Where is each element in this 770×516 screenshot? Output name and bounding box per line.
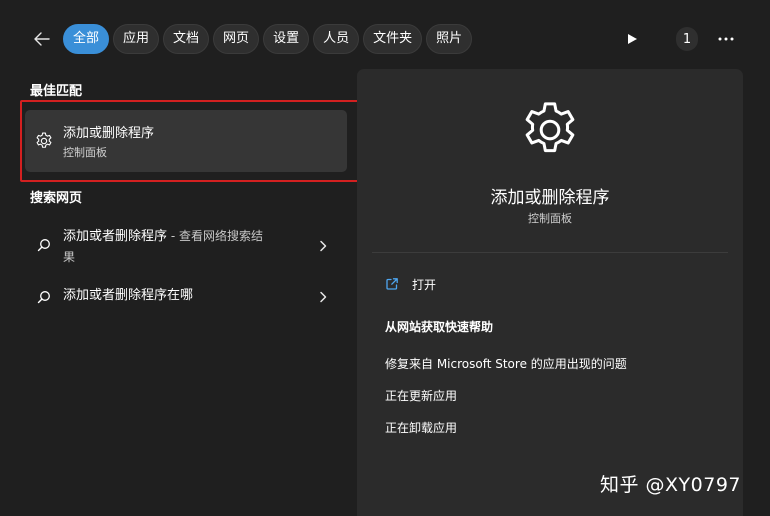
search-icon [37, 239, 50, 252]
web-result[interactable]: 添加或者删除程序在哪 [25, 286, 347, 308]
preview-title: 添加或删除程序 [490, 188, 610, 208]
open-label: 打开 [412, 277, 437, 292]
help-link[interactable]: 正在卸载应用 [385, 419, 457, 436]
help-link[interactable]: 修复来自 Microsoft Store 的应用出现的问题 [385, 355, 627, 372]
preview-subtitle: 控制面板 [528, 212, 572, 225]
preview-panel: 添加或删除程序 控制面板 打开 从网站获取快速帮助 修复来自 Microsoft… [357, 69, 743, 516]
divider [372, 252, 728, 253]
help-link[interactable]: 正在更新应用 [385, 387, 457, 404]
chevron-right-icon [320, 291, 327, 303]
count-badge[interactable]: 1 [676, 27, 698, 51]
tab-all[interactable]: 全部 [63, 24, 110, 54]
tab-settings[interactable]: 设置 [263, 24, 310, 54]
watermark: 知乎 @XY0797 [600, 474, 742, 496]
web-result-text: 添加或者删除程序 - 查看网络搜索结果 [63, 226, 291, 268]
back-button[interactable] [26, 24, 58, 54]
open-external-icon [386, 278, 398, 290]
search-icon [37, 291, 50, 304]
web-result-suffix: - 查看网络搜索结 [167, 229, 263, 243]
web-result-query: 添加或者删除程序在哪 [63, 288, 194, 303]
tab-documents[interactable]: 文档 [163, 24, 210, 54]
filter-tabs: 全部 应用 文档 网页 设置 人员 文件夹 照片 [63, 24, 473, 54]
play-button[interactable] [621, 27, 643, 51]
arrow-left-icon [34, 32, 50, 46]
more-button[interactable] [714, 27, 738, 51]
web-result-query: 添加或者删除程序 [63, 229, 168, 244]
help-heading: 从网站获取快速帮助 [385, 320, 494, 334]
chevron-right-icon [320, 240, 327, 252]
tab-apps[interactable]: 应用 [113, 24, 160, 54]
search-window: 全部 应用 文档 网页 设置 人员 文件夹 照片 1 最佳匹配 添加或删除程序 … [0, 0, 770, 516]
tab-people[interactable]: 人员 [313, 24, 360, 54]
best-match-heading: 最佳匹配 [30, 84, 83, 99]
web-search-heading: 搜索网页 [30, 191, 83, 206]
open-button[interactable]: 打开 [385, 275, 436, 293]
gear-icon [525, 102, 575, 153]
tab-web[interactable]: 网页 [213, 24, 260, 54]
play-icon [628, 34, 637, 44]
highlight-box [20, 100, 362, 182]
web-result-suffix-cont: 果 [63, 250, 76, 264]
tab-folders[interactable]: 文件夹 [363, 24, 423, 54]
tab-photos[interactable]: 照片 [426, 24, 473, 54]
more-horizontal-icon [718, 37, 734, 41]
web-result[interactable]: 添加或者删除程序 - 查看网络搜索结果 [25, 226, 347, 268]
